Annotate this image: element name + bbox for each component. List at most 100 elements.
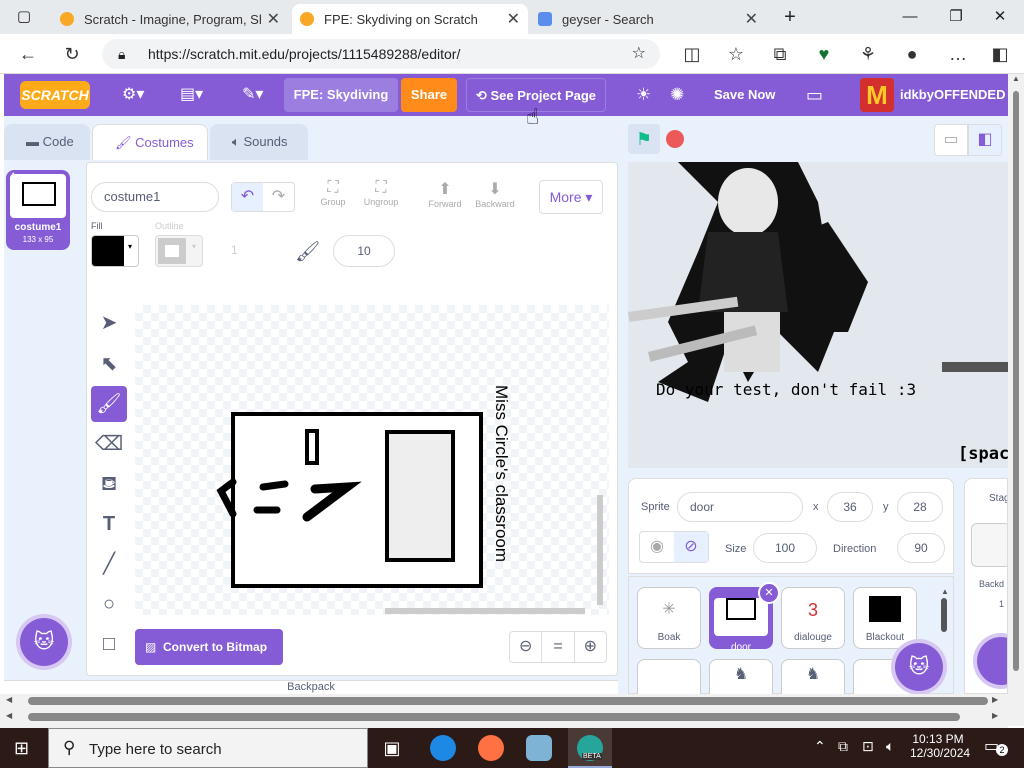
more-menu-button[interactable]: More ▾ (539, 180, 603, 214)
browser-tab-1[interactable]: Scratch - Imagine, Program, Share ✕ (52, 4, 288, 34)
select-tool-icon[interactable]: ➤ (91, 305, 127, 341)
scroll-up-icon[interactable]: ▲ (1008, 74, 1024, 83)
close-tab-icon[interactable]: ✕ (507, 9, 520, 29)
eraser-tool-icon[interactable]: ⌫ (91, 426, 127, 462)
direction-input[interactable]: 90 (897, 533, 945, 563)
split-screen-icon[interactable]: ◫ (680, 42, 704, 66)
zoom-out-icon[interactable]: ⊖ (510, 632, 541, 662)
more-menu-icon[interactable]: … (946, 42, 970, 66)
close-tab-icon[interactable]: ✕ (267, 9, 280, 29)
zoom-in-icon[interactable]: ⊕ (575, 632, 606, 662)
rectangle-tool-icon[interactable]: □ (91, 626, 127, 662)
x-input[interactable]: 36 (827, 492, 873, 522)
sprite-tile-selected[interactable]: door ✕ (709, 582, 780, 653)
large-stage-icon[interactable]: ◧ (968, 124, 1002, 156)
scroll-up-icon[interactable]: ▲ (941, 587, 949, 596)
delete-sprite-icon[interactable]: ✕ (758, 582, 780, 604)
scroll-right-icon[interactable]: ▶ (992, 711, 998, 720)
settings-gear-icon[interactable]: ⚙▾ (122, 74, 144, 116)
favorite-star-icon[interactable]: ☆ (632, 39, 646, 69)
brush-size-input[interactable]: 10 (333, 235, 395, 267)
back-arrow-icon[interactable]: ← (16, 42, 40, 66)
page-vertical-scrollbar[interactable]: ▲ (1008, 74, 1024, 726)
scroll-thumb[interactable] (28, 697, 988, 705)
theme-bulb-icon[interactable]: ☀ (636, 74, 651, 116)
group-button[interactable]: ⛶ Group (315, 179, 351, 207)
forward-button[interactable]: ⬆ Forward (425, 179, 465, 209)
network-icon[interactable]: ⊡ (862, 738, 874, 755)
debug-icon[interactable]: ✺ (670, 74, 684, 116)
browser-tab-3[interactable]: geyser - Search ✕ (530, 4, 766, 34)
hide-eye-icon[interactable]: ⊘ (674, 532, 708, 562)
taskbar-search-box[interactable]: ⚲ Type here to search (48, 728, 368, 768)
small-stage-icon[interactable]: ▭ (934, 124, 968, 156)
scroll-left-icon[interactable]: ◀ (6, 695, 12, 704)
reshape-tool-icon[interactable]: ⬉ (91, 346, 127, 382)
convert-to-bitmap-button[interactable]: ▨ Convert to Bitmap (135, 629, 283, 665)
project-title-field[interactable]: FPE: Skydiving (284, 78, 398, 112)
extensions-icon[interactable]: ⚘ (856, 42, 880, 66)
edit-menu-icon[interactable]: ✎▾ (242, 74, 263, 116)
drawing-canvas[interactable]: Miss Circle's classroom (135, 305, 609, 615)
meet-now-icon[interactable]: ⧉ (838, 738, 848, 755)
close-tab-icon[interactable]: ✕ (745, 9, 758, 29)
fill-tool-icon[interactable]: ⛾ (91, 466, 127, 502)
sprite-tile[interactable]: Blackout (853, 587, 917, 649)
tab-sounds[interactable]: 🔈︎ Sounds (210, 124, 308, 160)
stage-target-panel[interactable]: Stag Backd 1 (964, 478, 1008, 694)
sprite-tile[interactable]: 3 dialouge (781, 587, 845, 649)
scroll-thumb[interactable] (1013, 91, 1019, 671)
sprite-tile[interactable]: ✳ Boak (637, 587, 701, 649)
refresh-icon[interactable]: ↻ (60, 42, 84, 66)
edge-beta-app-icon[interactable]: BETA (568, 728, 612, 768)
outline-width-value[interactable]: 1 (231, 243, 238, 257)
volume-muted-icon[interactable]: 🔈︎ (886, 738, 894, 755)
clock[interactable]: 10:13 PM 12/30/2024 (910, 732, 970, 760)
choose-costume-button[interactable]: 🐱︎ (20, 618, 68, 666)
backward-button[interactable]: ⬇ Backward (473, 179, 517, 209)
notification-center-icon[interactable]: ▭ 2 (984, 736, 1008, 760)
restore-icon[interactable]: ❐ (944, 6, 968, 28)
url-field[interactable]: 🔒︎ https://scratch.mit.edu/projects/1115… (102, 39, 660, 69)
circle-tool-icon[interactable]: ○ (91, 586, 127, 622)
green-flag-icon[interactable]: ⚑ (628, 124, 660, 154)
tab-actions-icon[interactable]: ▢ (12, 6, 36, 28)
text-tool-icon[interactable]: T (91, 506, 127, 542)
minimize-icon[interactable]: — (898, 6, 922, 28)
size-input[interactable]: 100 (753, 533, 817, 563)
show-hidden-icons-icon[interactable]: ⌃ (814, 738, 826, 755)
stage[interactable]: Do your test, don't fail :3 [space (628, 162, 1008, 468)
y-input[interactable]: 28 (897, 492, 943, 522)
collections-icon[interactable]: ⧉ (768, 42, 792, 66)
scroll-thumb[interactable] (28, 713, 960, 721)
save-now-button[interactable]: Save Now (714, 74, 775, 116)
page-horizontal-scrollbars[interactable]: ◀ ▶ ◀ ▶ (0, 694, 1008, 728)
brush-tool-icon[interactable]: 🖌︎ (91, 386, 127, 422)
costume-tile[interactable]: 1 costume1 133 x 95 (6, 170, 70, 250)
sprite-name-input[interactable]: door (677, 492, 803, 522)
zoom-reset-button[interactable]: = (541, 632, 575, 662)
tab-costumes[interactable]: 🖌︎ Costumes (92, 124, 208, 160)
browser-tab-2[interactable]: FPE: Skydiving on Scratch ✕ (292, 4, 528, 34)
stop-icon[interactable] (666, 130, 684, 148)
close-window-icon[interactable]: ✕ (988, 6, 1012, 28)
tab-code[interactable]: ▬ Code (4, 124, 90, 160)
windows-start-icon[interactable]: ⊞ (14, 738, 34, 758)
edge-app-icon[interactable] (430, 735, 456, 761)
paint-app-icon[interactable] (526, 735, 552, 761)
backpack-bar[interactable]: Backpack (4, 680, 618, 694)
ungroup-button[interactable]: ⛶ Ungroup (359, 179, 403, 207)
sidebar-icon[interactable]: ◧ (988, 42, 1012, 66)
scroll-right-icon[interactable]: ▶ (992, 695, 998, 704)
username-label[interactable]: idkbyOFFENDED (900, 74, 1005, 116)
show-eye-icon[interactable]: ◉ (640, 532, 674, 562)
fill-color-picker[interactable]: ▾ (91, 235, 139, 267)
scroll-thumb[interactable] (941, 598, 947, 632)
outline-color-picker[interactable]: ▾ (155, 235, 203, 267)
undo-icon[interactable]: ↶ (232, 183, 263, 211)
profile-avatar[interactable]: ● (900, 42, 924, 66)
choose-sprite-button[interactable]: 🐱︎ (895, 643, 943, 691)
redo-icon[interactable]: ↷ (263, 183, 294, 211)
file-menu-icon[interactable]: ▤▾ (180, 74, 203, 116)
task-view-icon[interactable]: ▣ (380, 736, 404, 760)
